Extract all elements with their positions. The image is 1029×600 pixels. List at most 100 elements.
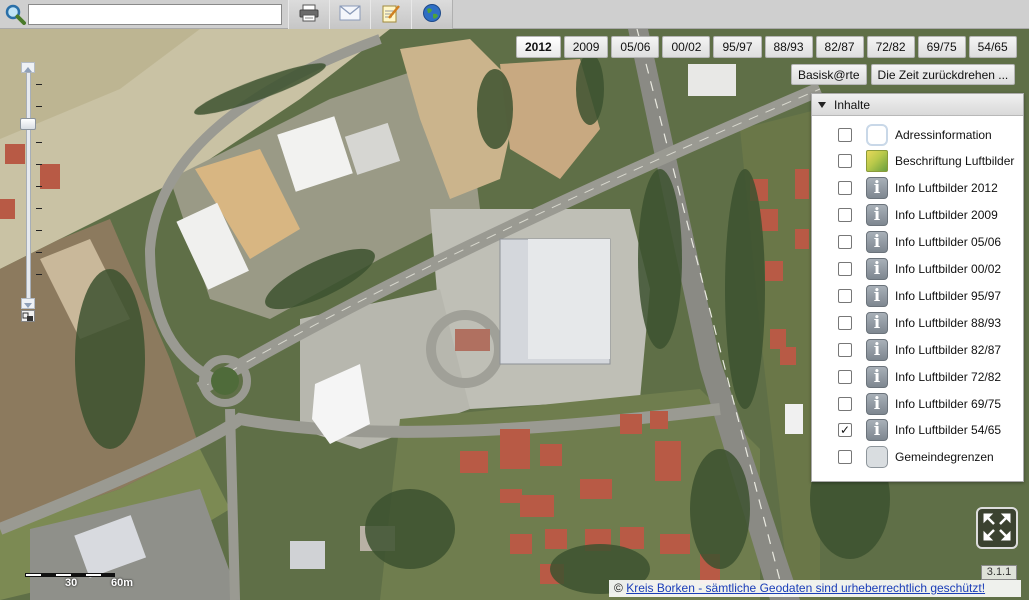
layer-row[interactable]: i Info Luftbilder 82/87 [812,336,1023,363]
layer-checkbox[interactable] [838,208,852,223]
layers-panel: Inhalte Adressinformation Beschriftung Lu… [811,93,1024,482]
zoom-tick [36,274,42,275]
layer-label: Info Luftbilder 69/75 [895,396,1002,411]
zoom-tick [36,142,42,143]
layer-label: Info Luftbilder 88/93 [895,315,1002,330]
layer-checkbox[interactable] [838,396,852,411]
layer-label: Info Luftbilder 72/82 [895,369,1002,384]
year-button-05-06[interactable]: 05/06 [611,36,660,58]
layer-row[interactable]: ✓ i Info Luftbilder 54/65 [812,417,1023,444]
collapse-triangle-icon [818,101,826,108]
layer-checkbox[interactable] [838,127,852,142]
year-button-88-93[interactable]: 88/93 [764,36,813,58]
zoom-tick [36,186,42,187]
zoom-tick [36,164,42,165]
layer-row[interactable]: i Info Luftbilder 72/82 [812,363,1023,390]
layer-row[interactable]: i Info Luftbilder 00/02 [812,256,1023,283]
basemap-controls: Basisk@rte Die Zeit zurückdrehen ... [791,64,1016,85]
zoom-tick [36,106,42,107]
layer-label: Info Luftbilder 2009 [895,208,998,223]
layer-row[interactable]: Beschriftung Luftbilder [812,148,1023,175]
zoom-out-button[interactable] [21,298,35,309]
info-icon: i [866,231,888,254]
zoom-slider[interactable] [20,62,42,324]
layers-panel-header[interactable]: Inhalte [812,94,1023,116]
globe-icon [422,3,442,26]
boundary-icon [866,446,888,469]
copyright-link[interactable]: Kreis Borken - sämtliche Geodaten sind u… [626,581,985,595]
year-button-2012[interactable]: 2012 [516,36,561,58]
layer-checkbox[interactable] [838,262,852,276]
layer-label: Gemeindegrenzen [895,450,994,465]
globe-button[interactable] [411,0,453,29]
year-button-82-87[interactable]: 82/87 [815,36,864,58]
expand-arrows-icon [981,511,1013,546]
year-button-95-97[interactable]: 95/97 [713,36,762,58]
notepad-icon [381,3,401,26]
layer-row[interactable]: Adressinformation [812,121,1023,148]
printer-icon [299,4,319,25]
year-button-72-82[interactable]: 72/82 [866,36,915,58]
layer-row[interactable]: i Info Luftbilder 2009 [812,202,1023,229]
layer-checkbox[interactable] [838,181,852,196]
layer-checkbox[interactable] [838,369,852,384]
info-icon: i [866,258,888,280]
year-button-54-65[interactable]: 54/65 [968,36,1017,58]
search-input[interactable] [28,4,282,25]
zoom-tick [36,208,42,209]
layers-panel-title: Inhalte [834,97,871,112]
year-button-2009[interactable]: 2009 [563,36,609,58]
notes-button[interactable] [370,0,412,29]
zoom-tick [36,230,42,231]
fullscreen-button[interactable] [976,507,1018,549]
zoom-track[interactable] [26,72,31,300]
layer-checkbox[interactable] [838,342,852,357]
info-icon: i [866,284,888,307]
info-icon: i [866,419,888,442]
layer-checkbox[interactable] [838,315,852,330]
layer-row[interactable]: i Info Luftbilder 88/93 [812,309,1023,336]
layer-row[interactable]: i Info Luftbilder 05/06 [812,229,1023,256]
basemap-button[interactable]: Basisk@rte [791,64,867,85]
info-icon: i [866,311,888,334]
layer-label: Info Luftbilder 00/02 [895,262,1002,276]
version-label: 3.1.1 [981,565,1017,580]
copyright-symbol: © [614,581,623,595]
layer-checkbox[interactable] [838,288,852,303]
year-selector: 2012 2009 05/06 00/02 95/97 88/93 82/87 … [516,36,1017,58]
year-button-69-75[interactable]: 69/75 [917,36,966,58]
scale-bar: 30 60m [25,567,133,589]
time-travel-button[interactable]: Die Zeit zurückdrehen ... [870,64,1016,85]
year-button-00-02[interactable]: 00/02 [662,36,711,58]
layer-label: Info Luftbilder 95/97 [895,288,1002,303]
info-icon: i [866,392,888,415]
scale-label-end: 60m [111,577,134,589]
layer-checkbox[interactable] [838,154,852,169]
layer-label: Info Luftbilder 54/65 [895,423,1002,438]
print-button[interactable] [288,0,330,29]
zoom-thumb[interactable] [20,118,36,130]
address-icon [866,123,888,146]
checkmark-icon: ✓ [839,423,851,438]
info-icon: i [866,177,888,200]
zoom-tick [36,252,42,253]
layer-row[interactable]: i Info Luftbilder 95/97 [812,282,1023,309]
email-button[interactable] [329,0,371,29]
toolbar [0,0,1029,29]
layer-row[interactable]: i Info Luftbilder 2012 [812,175,1023,202]
layer-label: Info Luftbilder 2012 [895,181,998,196]
zoom-extent-icon[interactable] [21,310,35,322]
copyright-bar: © Kreis Borken - sämtliche Geodaten sind… [609,580,1021,597]
layer-checkbox[interactable] [838,235,852,250]
search-icon[interactable] [3,3,27,25]
info-icon: i [866,338,888,361]
layer-checkbox[interactable]: ✓ [838,423,852,438]
zoom-tick [36,84,42,85]
layer-row[interactable]: Gemeindegrenzen [812,444,1023,471]
info-icon: i [866,204,888,227]
layer-label: Info Luftbilder 82/87 [895,342,1002,357]
scale-label-mid: 30 [65,577,78,589]
layer-checkbox[interactable] [838,450,852,465]
layer-label: Info Luftbilder 05/06 [895,235,1002,250]
layer-row[interactable]: i Info Luftbilder 69/75 [812,390,1023,417]
